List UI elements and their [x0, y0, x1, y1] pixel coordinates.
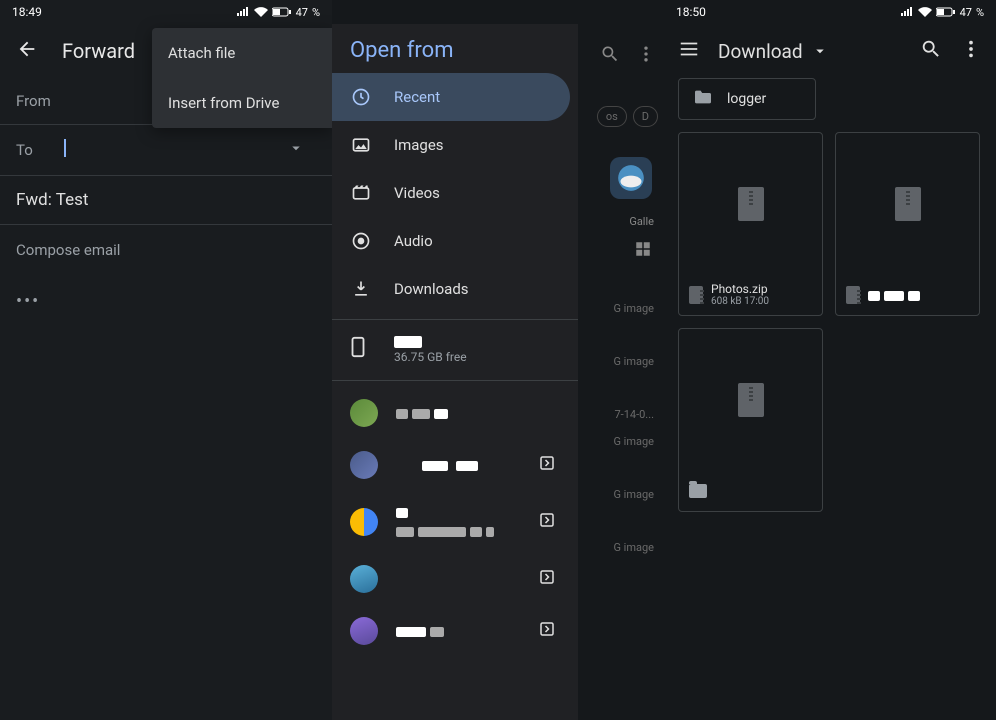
- hamburger-menu-icon[interactable]: [678, 38, 700, 64]
- menu-insert-from-drive[interactable]: Insert from Drive: [152, 78, 332, 128]
- account-name-redacted: [396, 622, 520, 641]
- folder-name: logger: [727, 91, 766, 107]
- avatar: [350, 617, 378, 645]
- chevron-down-icon: [811, 42, 829, 60]
- drawer-item-device-storage[interactable]: 36.75 GB free: [332, 326, 578, 374]
- show-quoted-text-icon[interactable]: •••: [0, 275, 332, 328]
- zip-icon: [895, 187, 921, 221]
- file-name-redacted: [868, 286, 920, 305]
- folder-icon: [689, 484, 707, 498]
- status-bar: 18:49 47%: [0, 0, 332, 24]
- avatar: [350, 451, 378, 479]
- bg-caption: G image: [613, 355, 654, 368]
- file-card[interactable]: [835, 132, 980, 316]
- clock-icon: [350, 87, 372, 107]
- file-meta: 608 kB 17:00: [711, 296, 769, 307]
- file-card[interactable]: [678, 328, 823, 512]
- avatar: [350, 508, 378, 536]
- drawer-account-1[interactable]: [332, 387, 578, 439]
- attach-menu: Attach file Insert from Drive: [152, 28, 332, 128]
- status-icons: 47%: [236, 6, 320, 19]
- more-icon[interactable]: [960, 38, 982, 64]
- drawer-item-videos[interactable]: Videos: [332, 169, 578, 217]
- account-name-redacted: [396, 404, 560, 423]
- audio-icon: [350, 231, 372, 251]
- avatar: [350, 565, 378, 593]
- drawer-account-2[interactable]: [332, 439, 578, 491]
- filter-chip[interactable]: D: [633, 106, 658, 127]
- filter-chip[interactable]: os: [597, 106, 627, 127]
- eject-icon[interactable]: [538, 620, 560, 642]
- menu-attach-file[interactable]: Attach file: [152, 28, 332, 78]
- folder-item[interactable]: logger: [678, 78, 816, 120]
- drawer-account-4[interactable]: [332, 553, 578, 605]
- open-from-drawer: Open from Recent Images Videos Audio Dow…: [332, 24, 578, 720]
- drawer-account-5[interactable]: [332, 605, 578, 657]
- grid-view-icon[interactable]: [634, 240, 652, 262]
- separator: [332, 319, 578, 320]
- bg-caption: G image: [613, 488, 654, 501]
- status-time: 18:49: [12, 5, 42, 19]
- status-icons: 47%: [900, 6, 984, 19]
- expand-recipients-icon[interactable]: [276, 139, 316, 161]
- storage-free: 36.75 GB free: [394, 350, 467, 364]
- zip-icon: [738, 187, 764, 221]
- drawer-account-3[interactable]: [332, 491, 578, 553]
- page-title: Forward: [62, 39, 135, 63]
- status-time: 18:50: [676, 5, 706, 19]
- drawer-item-audio[interactable]: Audio: [332, 217, 578, 265]
- from-label: From: [16, 92, 64, 110]
- app-thumbnail[interactable]: [610, 157, 652, 199]
- drawer-title: Open from: [332, 24, 578, 73]
- image-icon: [350, 135, 372, 155]
- account-name-redacted: [396, 503, 520, 541]
- gmail-compose-panel: 18:49 47% Forward From To Fwd: Test Comp…: [0, 0, 332, 720]
- drawer-item-images[interactable]: Images: [332, 121, 578, 169]
- bg-caption: 7-14-0...: [614, 408, 654, 421]
- account-name-redacted: [396, 456, 520, 475]
- subject-field[interactable]: Fwd: Test: [0, 176, 332, 225]
- eject-icon[interactable]: [538, 568, 560, 590]
- page-title-dropdown[interactable]: Download: [718, 40, 902, 63]
- bg-caption: G image: [613, 541, 654, 554]
- avatar: [350, 399, 378, 427]
- compose-body[interactable]: Compose email: [0, 225, 332, 275]
- downloads-panel: 18:50 47% Download logger: [664, 0, 996, 720]
- download-icon: [350, 279, 372, 299]
- file-name: Photos.zip: [711, 282, 769, 296]
- phone-icon: [350, 336, 372, 362]
- status-bar: 18:50 47%: [664, 0, 996, 24]
- zip-icon: [846, 286, 860, 304]
- file-card[interactable]: Photos.zip 608 kB 17:00: [678, 132, 823, 316]
- to-row[interactable]: To: [0, 125, 332, 176]
- text-cursor: [64, 139, 66, 157]
- back-arrow-icon[interactable]: [16, 38, 38, 64]
- eject-icon[interactable]: [538, 511, 560, 533]
- folder-icon: [693, 89, 713, 109]
- device-name-redacted: [394, 336, 422, 348]
- zip-icon: [738, 383, 764, 417]
- video-icon: [350, 183, 372, 203]
- to-label: To: [16, 141, 64, 159]
- drawer-item-downloads[interactable]: Downloads: [332, 265, 578, 313]
- bg-caption: G image: [613, 302, 654, 315]
- file-picker-panel: 18:49 47% os D Galle G image G image 7-1…: [332, 0, 664, 720]
- downloads-header: Download: [664, 24, 996, 78]
- app-label: Galle: [629, 215, 654, 228]
- drawer-item-recent[interactable]: Recent: [332, 73, 570, 121]
- separator: [332, 380, 578, 381]
- search-icon[interactable]: [920, 38, 942, 64]
- zip-icon: [689, 286, 703, 304]
- eject-icon[interactable]: [538, 454, 560, 476]
- bg-caption: G image: [613, 435, 654, 448]
